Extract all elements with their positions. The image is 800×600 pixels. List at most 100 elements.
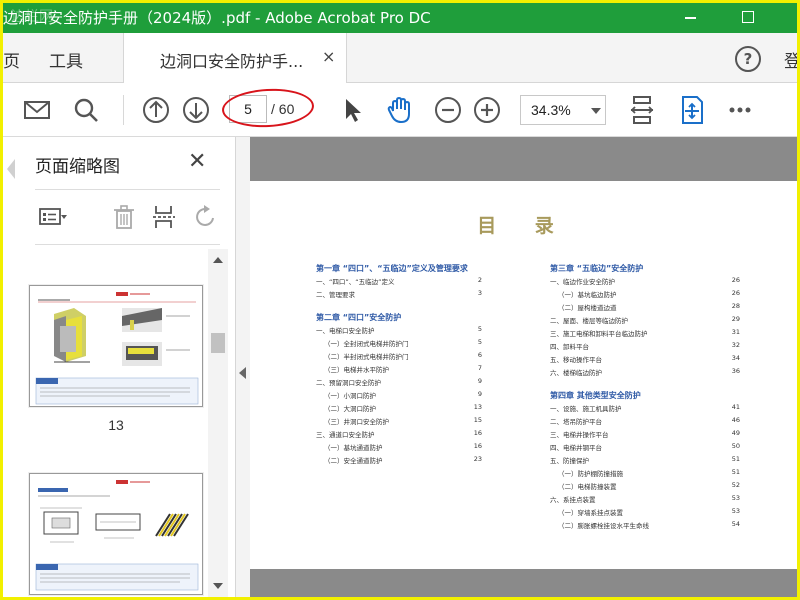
insert-page-icon[interactable] xyxy=(149,202,179,232)
zoom-in-icon[interactable] xyxy=(470,93,504,127)
toc-entry: （一）防护棚防撞措施 51 xyxy=(550,468,740,481)
scroll-mode-icon[interactable] xyxy=(675,93,709,127)
zoom-level-value: 34.3% xyxy=(531,102,571,118)
panel-close-icon[interactable]: ✕ xyxy=(188,149,206,174)
toc-entry-page: 5 xyxy=(477,338,482,346)
page-thumbnail[interactable] xyxy=(29,285,203,407)
panel-collapse-handle[interactable] xyxy=(236,137,250,597)
page-thumbnails-panel: 页面缩略图 ✕ 13 xyxy=(3,137,236,597)
toc-entry-page: 31 xyxy=(731,328,740,336)
minimize-button[interactable] xyxy=(675,7,705,27)
toc-spacer xyxy=(316,302,482,312)
zoom-level-select[interactable]: 34.3% xyxy=(520,95,606,125)
help-icon[interactable]: ? xyxy=(735,46,761,72)
toc-entry: 二、塔吊防护平台 46 xyxy=(550,416,740,429)
toc-left-column: 第一章 “四口”、“五临边”定义及管理要求 一、“四口”、“五临边”定义 2 二、管理… xyxy=(316,263,482,468)
previous-page-icon[interactable] xyxy=(139,93,173,127)
toc-entry-page: 23 xyxy=(473,455,482,463)
panel-title: 页面缩略图 xyxy=(35,157,120,177)
toc-entry-page: 51 xyxy=(731,468,740,476)
scroll-down-icon[interactable] xyxy=(213,583,223,589)
toc-right-column: 第三章 “五临边”安全防护一、临边作业安全防护 26 （一）基坑临边防护 26 （二）屋… xyxy=(550,263,740,533)
toc-entry-text: （一）全封闭式电梯井防护门 xyxy=(324,340,409,348)
toc-entry: 四、电梯井钢平台 50 xyxy=(550,442,740,455)
toc-entry-page: 46 xyxy=(731,416,740,424)
toc-entry: 一、临边作业安全防护 26 xyxy=(550,276,740,289)
tab-bar: 页 工具 边洞口安全防护手... × ? 登 xyxy=(3,33,797,83)
toc-entry-text: 一、“四口”、“五临边”定义 xyxy=(316,278,395,286)
toc-entry: 二、屋面、楼层等临边防护 29 xyxy=(550,315,740,328)
maximize-button[interactable] xyxy=(733,7,763,27)
scrollbar-thumb[interactable] xyxy=(211,333,225,353)
collapse-arrow-icon xyxy=(239,367,246,379)
toc-entry: 一、电梯口安全防护 5 xyxy=(316,325,482,338)
toc-entry-page: 50 xyxy=(731,442,740,450)
toc-entry-text: 一、临边作业安全防护 xyxy=(550,278,615,286)
toc-entry-text: （一）基坑临边防护 xyxy=(558,291,617,299)
toc-entry: （一）基坑通道防护 16 xyxy=(316,442,482,455)
search-icon[interactable] xyxy=(69,93,103,127)
toc-entry: 六、系挂点装置 53 xyxy=(550,494,740,507)
page-thumbnail[interactable] xyxy=(29,473,203,595)
thumbnail-options-icon[interactable] xyxy=(37,202,67,232)
toc-entry: （二）大洞口防护 13 xyxy=(316,403,482,416)
toc-entry: 五、移动操作平台 34 xyxy=(550,354,740,367)
toc-entry-page: 16 xyxy=(473,429,482,437)
select-cursor-icon[interactable] xyxy=(335,93,369,127)
thumbnail-list: 13 xyxy=(3,249,236,597)
toc-entry-page: 28 xyxy=(731,302,740,310)
toc-entry-page: 32 xyxy=(731,341,740,349)
toc-entry: （二）安全通道防护 23 xyxy=(316,455,482,468)
toc-entry-page: 3 xyxy=(477,289,482,297)
scroll-up-icon[interactable] xyxy=(213,257,223,263)
email-icon[interactable] xyxy=(20,93,54,127)
toc-entry: （二）膨胀螺栓挂设水平生命线 54 xyxy=(550,520,740,533)
toc-entry-text: 四、电梯井钢平台 xyxy=(550,444,602,452)
toc-entry-page: 26 xyxy=(731,276,740,284)
toc-entry: 一、设施、施工机具防护 41 xyxy=(550,403,740,416)
zoom-out-icon[interactable] xyxy=(431,93,465,127)
toc-entry-page: 5 xyxy=(477,325,482,333)
toc-chapter: 第二章 “四口”安全防护 xyxy=(316,313,402,322)
toc-entry: 二、管理要求 3 xyxy=(316,289,482,302)
next-page-icon[interactable] xyxy=(179,93,213,127)
tab-close-icon[interactable]: × xyxy=(322,47,335,66)
toc-entry: 三、通道口安全防护 16 xyxy=(316,429,482,442)
toc-chapter: 第三章 “五临边”安全防护 xyxy=(550,264,644,273)
toc-entry-text: 三、电梯井操作平台 xyxy=(550,431,609,439)
toc-entry-text: （一）穿墙系挂点装置 xyxy=(558,509,623,517)
toc-entry-page: 54 xyxy=(731,520,740,528)
toc-entry-text: 二、塔吊防护平台 xyxy=(550,418,602,426)
panel-pointer xyxy=(7,159,15,179)
toc-entry-page: 16 xyxy=(473,442,482,450)
tab-home[interactable]: 页 xyxy=(3,47,20,72)
thumbnail-scrollbar[interactable] xyxy=(208,249,228,597)
screen-frame: 边洞口安全防护手册（2024版）.pdf - Adobe Acrobat Pro… xyxy=(3,3,797,597)
toc-entry: 三、施工电梯和卸料平台临边防护 31 xyxy=(550,328,740,341)
rotate-page-icon[interactable] xyxy=(191,202,221,232)
toc-entry-page: 7 xyxy=(477,364,482,372)
tab-document[interactable]: 边洞口安全防护手... × xyxy=(123,33,347,83)
login-link[interactable]: 登 xyxy=(784,47,797,72)
chevron-down-icon xyxy=(591,108,601,114)
document-view[interactable]: 目 录 第一章 “四口”、“五临边”定义及管理要求 一、“四口”、“五临边”定义 2… xyxy=(250,137,797,597)
toc-entry: 二、预留洞口安全防护 9 xyxy=(316,377,482,390)
title-bar: 边洞口安全防护手册（2024版）.pdf - Adobe Acrobat Pro… xyxy=(3,3,797,33)
toc-entry-page: 49 xyxy=(731,429,740,437)
toc-entry-page: 41 xyxy=(731,403,740,411)
page-fit-icon[interactable] xyxy=(625,93,659,127)
toc-entry-text: （一）防护棚防撞措施 xyxy=(558,470,623,478)
tab-tools[interactable]: 工具 xyxy=(49,47,83,72)
toc-entry-text: 二、屋面、楼层等临边防护 xyxy=(550,317,628,325)
toc-entry-page: 29 xyxy=(731,315,740,323)
delete-page-icon[interactable] xyxy=(109,202,139,232)
toc-entry-text: （三）电梯井水平防护 xyxy=(324,366,389,374)
more-options-icon[interactable] xyxy=(723,93,757,127)
toc-entry-text: （一）小洞口防护 xyxy=(324,392,376,400)
toc-entry-page: 36 xyxy=(731,367,740,375)
red-highlight-oval xyxy=(221,86,315,130)
toc-entry-text: （二）屋构楼道边道 xyxy=(558,304,617,312)
thumbnail-page-number: 13 xyxy=(108,417,124,433)
toc-entry-text: （二）膨胀螺栓挂设水平生命线 xyxy=(558,522,649,530)
hand-tool-icon[interactable] xyxy=(383,93,417,127)
